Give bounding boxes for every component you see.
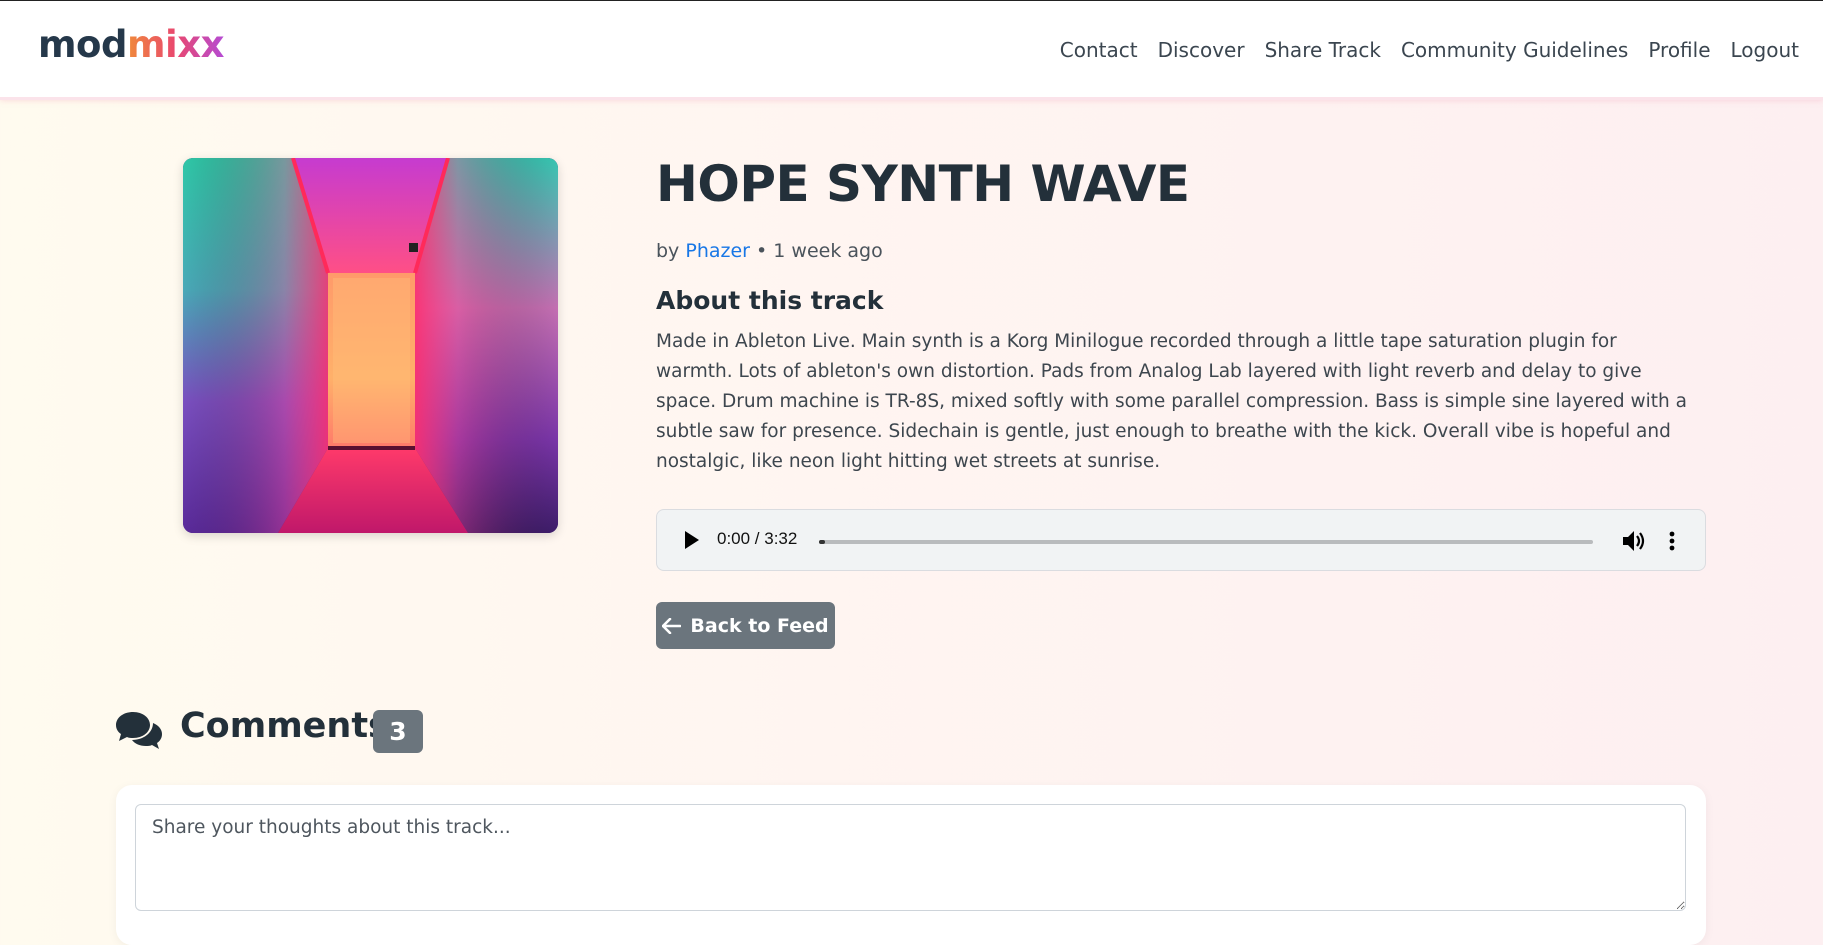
byline-separator: • <box>756 240 768 262</box>
comments-count-badge: 3 <box>373 710 423 753</box>
logo-text-mod: mod <box>38 23 127 66</box>
track-cover-image <box>183 158 558 533</box>
comment-form-card <box>116 785 1706 945</box>
logo-text-mixx: mixx <box>126 23 224 66</box>
track-description: Made in Ableton Live. Main synth is a Ko… <box>656 331 1687 472</box>
back-to-feed-button[interactable]: Back to Feed <box>656 602 835 649</box>
nav-discover[interactable]: Discover <box>1158 38 1245 62</box>
audio-player[interactable]: 0:00 / 3:32 <box>656 509 1706 571</box>
comments-icon <box>116 712 162 749</box>
nav-share-track[interactable]: Share Track <box>1265 38 1381 62</box>
play-icon[interactable] <box>685 531 699 549</box>
comment-input[interactable] <box>135 804 1686 911</box>
nav-contact[interactable]: Contact <box>1060 38 1138 62</box>
track-title: HOPE SYNTH WAVE <box>656 155 1190 213</box>
neon-corridor-artwork <box>183 158 558 533</box>
navbar: modmixx Contact Discover Share Track Com… <box>0 0 1823 100</box>
nav-community-guidelines[interactable]: Community Guidelines <box>1401 38 1628 62</box>
main-nav: Contact Discover Share Track Community G… <box>1060 38 1799 62</box>
logo[interactable]: modmixx <box>38 23 224 66</box>
artist-link[interactable]: Phazer <box>685 240 750 262</box>
nav-logout[interactable]: Logout <box>1731 38 1799 62</box>
volume-icon[interactable] <box>1621 529 1647 553</box>
byline-prefix: by <box>656 240 680 262</box>
seek-bar[interactable] <box>819 540 1593 544</box>
comments-heading: Comments <box>180 706 389 746</box>
track-byline: by Phazer • 1 week ago <box>656 240 883 262</box>
about-heading: About this track <box>656 286 884 315</box>
arrow-left-icon <box>662 617 682 634</box>
playback-time: 0:00 / 3:32 <box>717 529 798 548</box>
more-vertical-icon[interactable] <box>1668 529 1676 553</box>
posted-time: 1 week ago <box>773 240 883 262</box>
back-button-label: Back to Feed <box>690 614 829 637</box>
nav-profile[interactable]: Profile <box>1648 38 1710 62</box>
seek-bar-progress <box>819 540 826 544</box>
